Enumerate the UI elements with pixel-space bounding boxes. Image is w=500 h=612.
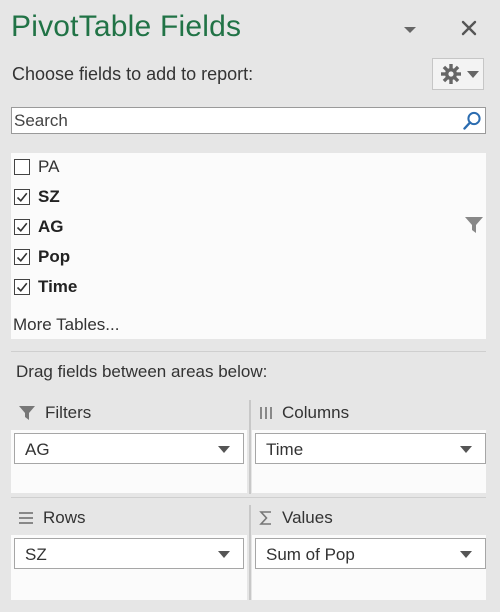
more-tables-link[interactable]: More Tables...	[13, 315, 119, 335]
chevron-down-icon	[404, 27, 416, 33]
rows-field-pill[interactable]: SZ	[14, 538, 244, 569]
checkmark-icon	[16, 222, 28, 233]
field-item-time[interactable]: Time	[14, 275, 77, 299]
values-drop-area[interactable]: Sum of Pop	[252, 535, 486, 600]
chevron-down-icon[interactable]	[218, 446, 230, 454]
field-checkbox[interactable]	[14, 159, 30, 175]
field-checkbox[interactable]	[14, 219, 30, 235]
chevron-down-icon	[467, 71, 479, 78]
task-pane-options-button[interactable]	[400, 22, 420, 38]
area-vertical-divider	[249, 400, 251, 494]
field-item-pa[interactable]: PA	[14, 155, 59, 179]
columns-icon	[260, 407, 272, 419]
search-box	[11, 107, 486, 134]
search-input[interactable]	[14, 108, 454, 133]
pill-label: Time	[266, 440, 304, 459]
chevron-down-icon[interactable]	[218, 551, 230, 559]
sigma-icon	[259, 511, 271, 525]
search-icon	[463, 111, 481, 130]
rows-icon	[19, 512, 33, 524]
field-list: PA SZ AG Pop Time More Tables...	[11, 153, 486, 339]
filters-drop-area[interactable]: AG	[11, 430, 247, 493]
rows-area-label: Rows	[43, 508, 86, 527]
panel-title: PivotTable Fields	[11, 10, 242, 43]
field-label: Time	[38, 277, 78, 296]
area-divider	[11, 497, 486, 498]
field-label: AG	[38, 217, 64, 236]
area-vertical-divider	[249, 505, 251, 600]
pill-label: Sum of Pop	[266, 545, 355, 564]
columns-area-header: Columns	[259, 403, 349, 423]
filters-area-header: Filters	[18, 403, 91, 423]
columns-field-pill[interactable]: Time	[255, 433, 486, 464]
columns-drop-area[interactable]: Time	[252, 430, 486, 493]
checkmark-icon	[16, 192, 28, 203]
field-label: SZ	[38, 187, 60, 206]
checkmark-icon	[16, 282, 28, 293]
field-item-pop[interactable]: Pop	[14, 245, 70, 269]
field-label: PA	[38, 157, 60, 176]
checkmark-icon	[16, 252, 28, 263]
filters-area-label: Filters	[45, 403, 92, 422]
chevron-down-icon[interactable]	[460, 446, 472, 454]
field-item-sz[interactable]: SZ	[14, 185, 60, 209]
field-filter-button[interactable]	[464, 216, 484, 234]
values-area-label: Values	[282, 508, 333, 527]
field-checkbox[interactable]	[14, 249, 30, 265]
field-checkbox[interactable]	[14, 279, 30, 295]
funnel-icon	[465, 217, 483, 233]
field-label: Pop	[38, 247, 71, 266]
drag-fields-label: Drag fields between areas below:	[16, 362, 268, 381]
field-checkbox[interactable]	[14, 189, 30, 205]
rows-area-header: Rows	[18, 508, 86, 528]
search-button[interactable]	[461, 110, 483, 132]
close-button[interactable]	[455, 14, 483, 42]
tools-button[interactable]	[432, 58, 484, 90]
close-icon	[461, 20, 477, 36]
rows-drop-area[interactable]: SZ	[11, 535, 247, 600]
pill-label: AG	[25, 440, 50, 459]
columns-area-label: Columns	[282, 403, 350, 422]
field-item-ag[interactable]: AG	[14, 215, 64, 239]
pill-label: SZ	[25, 545, 47, 564]
funnel-icon	[19, 406, 35, 420]
values-field-pill[interactable]: Sum of Pop	[255, 538, 486, 569]
filters-field-pill[interactable]: AG	[14, 433, 244, 464]
chevron-down-icon[interactable]	[460, 551, 472, 559]
section-divider	[11, 351, 486, 352]
choose-fields-label: Choose fields to add to report:	[12, 64, 254, 84]
values-area-header: Values	[259, 508, 333, 528]
gear-icon	[441, 64, 461, 84]
